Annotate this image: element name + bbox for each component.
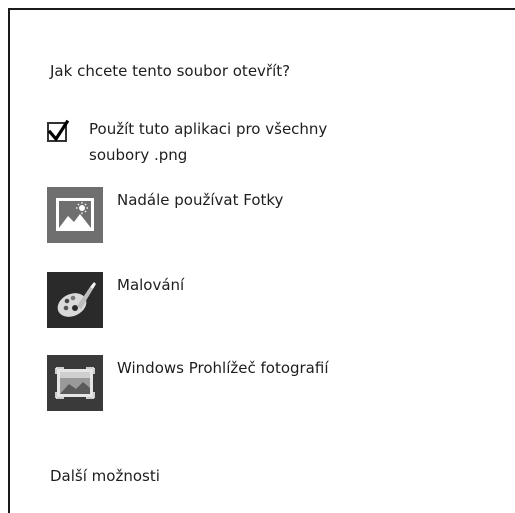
photos-icon <box>47 187 103 243</box>
app-option-photo-viewer[interactable]: Windows Prohlížeč fotografií <box>47 355 329 411</box>
app-label-photo-viewer: Windows Prohlížeč fotografií <box>117 359 329 377</box>
photo-viewer-icon <box>47 355 103 411</box>
more-options-link[interactable]: Další možnosti <box>50 467 160 485</box>
app-option-photos[interactable]: Nadále používat Fotky <box>47 187 283 243</box>
paint-icon <box>47 272 103 328</box>
checkmark-icon <box>47 119 69 142</box>
app-label-photos: Nadále používat Fotky <box>117 191 284 209</box>
app-option-paint[interactable]: Malování <box>47 272 184 328</box>
always-use-checkbox[interactable] <box>47 119 69 142</box>
app-label-paint: Malování <box>117 276 185 294</box>
dialog-title: Jak chcete tento soubor otevřít? <box>50 62 291 80</box>
open-with-dialog: Jak chcete tento soubor otevřít? Použít … <box>8 8 515 513</box>
always-use-label: Použít tuto aplikaci pro všechny soubory… <box>89 120 328 164</box>
always-use-checkbox-row[interactable]: Použít tuto aplikaci pro všechny soubory… <box>47 116 389 168</box>
